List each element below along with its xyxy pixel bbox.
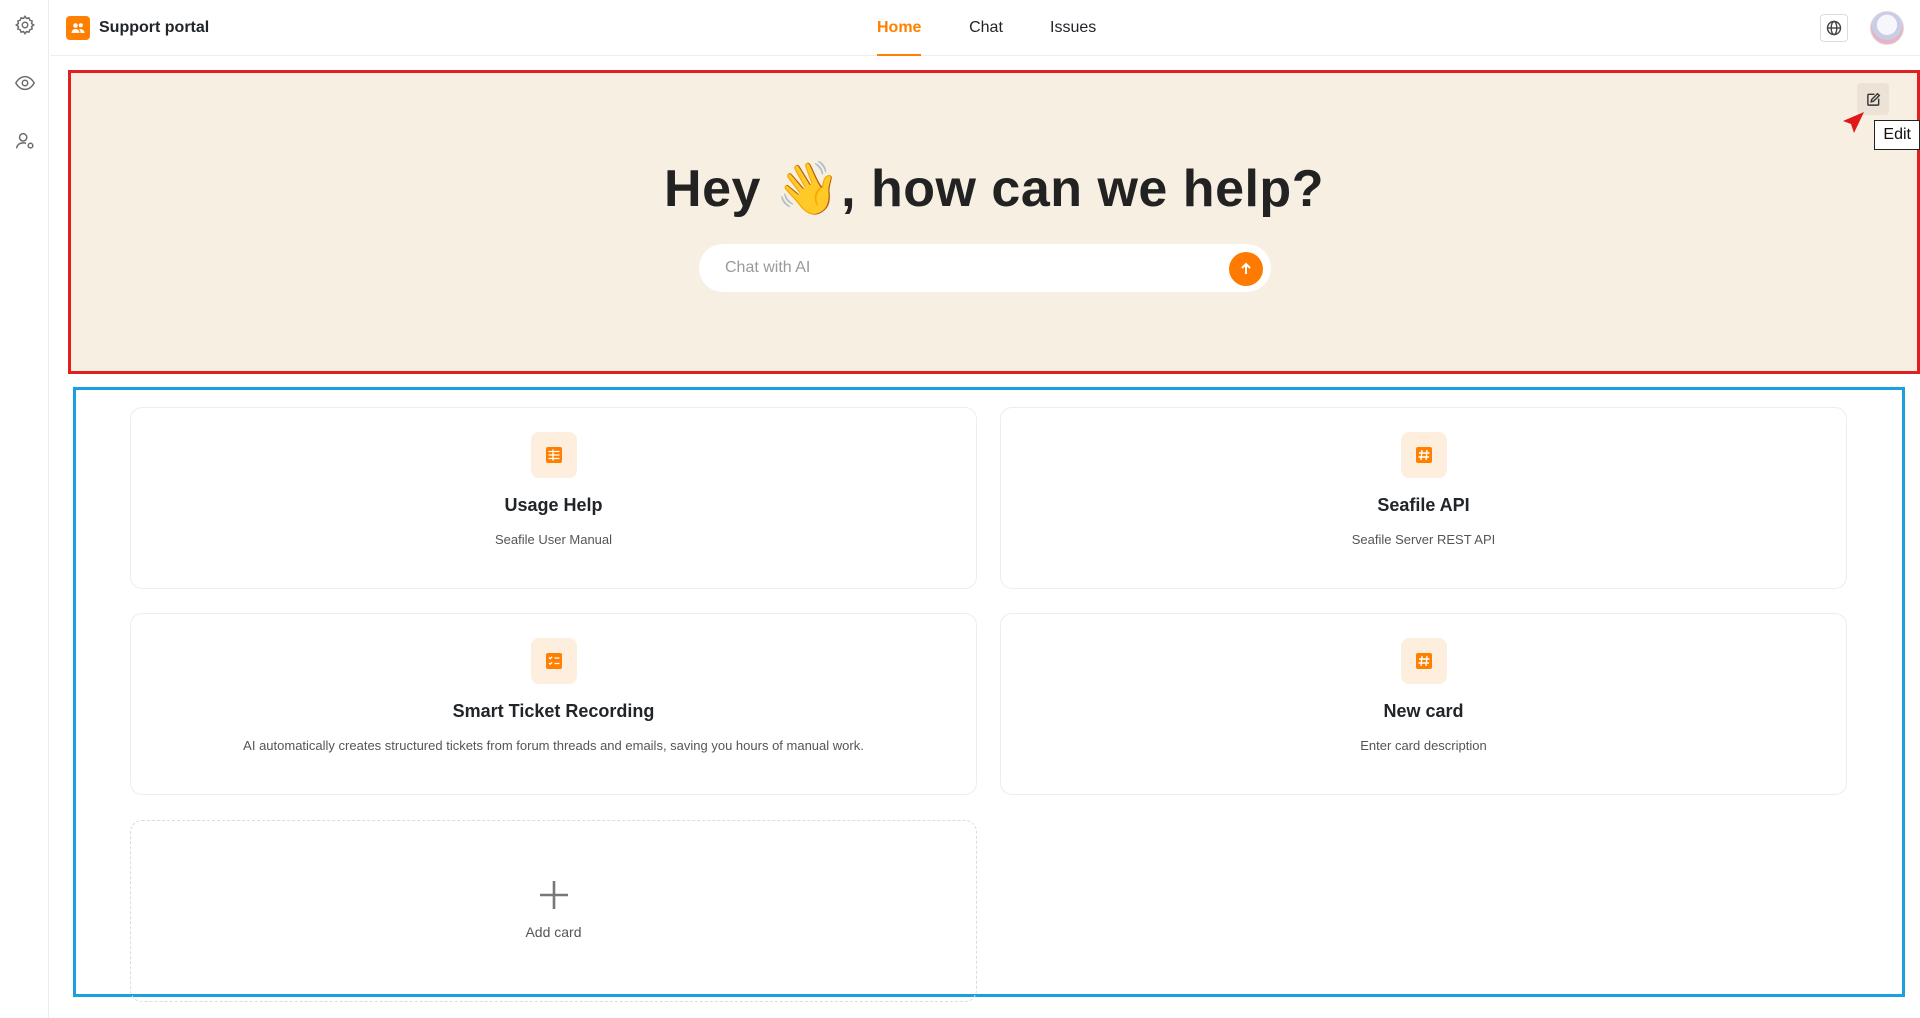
checklist-icon: [546, 653, 562, 669]
chat-search-box: [699, 244, 1271, 292]
card-icon-container: [1401, 432, 1447, 478]
brand-name: Support portal: [99, 19, 210, 36]
hero-section: Hey 👋, how can we help? Edit: [68, 70, 1920, 374]
tab-home[interactable]: Home: [877, 0, 921, 56]
card-new-card[interactable]: New card Enter card description: [1000, 613, 1847, 795]
card-seafile-api[interactable]: Seafile API Seafile Server REST API: [1000, 407, 1847, 589]
edit-icon: [1866, 92, 1880, 106]
plus-icon: [538, 879, 570, 911]
chat-input[interactable]: [725, 244, 1205, 292]
globe-icon: [1826, 20, 1842, 36]
card-icon-container: [531, 638, 577, 684]
brand-logo: [66, 16, 90, 40]
card-description: Seafile Server REST API: [1351, 532, 1496, 547]
hero-title: Hey 👋, how can we help?: [664, 160, 1324, 218]
card-title: New card: [1383, 701, 1464, 721]
hashtag-icon: [1416, 447, 1432, 463]
card-description: Seafile User Manual: [494, 532, 613, 547]
gear-icon: [15, 15, 35, 35]
cards-grid: Usage Help Seafile User Manual Seafile A…: [73, 387, 1905, 1002]
tab-issues[interactable]: Issues: [1050, 0, 1096, 56]
preview-button[interactable]: [12, 70, 38, 96]
add-card-label: Add card: [525, 924, 582, 940]
card-description: Enter card description: [1360, 738, 1487, 753]
brand[interactable]: Support portal: [66, 16, 209, 40]
table-list-icon: [546, 447, 562, 463]
add-card-button[interactable]: Add card: [130, 820, 977, 1002]
eye-icon: [15, 75, 35, 91]
left-rail: [0, 0, 49, 1018]
top-bar: Support portal Home Chat Issues: [50, 0, 1920, 56]
user-settings-button[interactable]: [12, 128, 38, 154]
card-description: AI automatically creates structured tick…: [243, 738, 864, 753]
card-icon-container: [531, 432, 577, 478]
language-button[interactable]: [1820, 14, 1848, 42]
tab-chat[interactable]: Chat: [969, 0, 1003, 56]
avatar[interactable]: [1870, 11, 1904, 45]
hashtag-icon: [1416, 653, 1432, 669]
card-icon-container: [1401, 638, 1447, 684]
send-button[interactable]: [1229, 252, 1263, 286]
arrow-up-icon: [1241, 262, 1251, 274]
card-smart-ticket-recording[interactable]: Smart Ticket Recording AI automatically …: [130, 613, 977, 795]
user-settings-icon: [16, 132, 34, 149]
card-usage-help[interactable]: Usage Help Seafile User Manual: [130, 407, 977, 589]
pointer-arrow-icon: [1843, 112, 1864, 133]
card-title: Smart Ticket Recording: [452, 701, 655, 721]
settings-button[interactable]: [12, 12, 38, 38]
card-title: Seafile API: [1377, 495, 1470, 515]
edit-tooltip: Edit: [1874, 120, 1920, 150]
users-icon: [71, 23, 85, 33]
card-title: Usage Help: [504, 495, 603, 515]
